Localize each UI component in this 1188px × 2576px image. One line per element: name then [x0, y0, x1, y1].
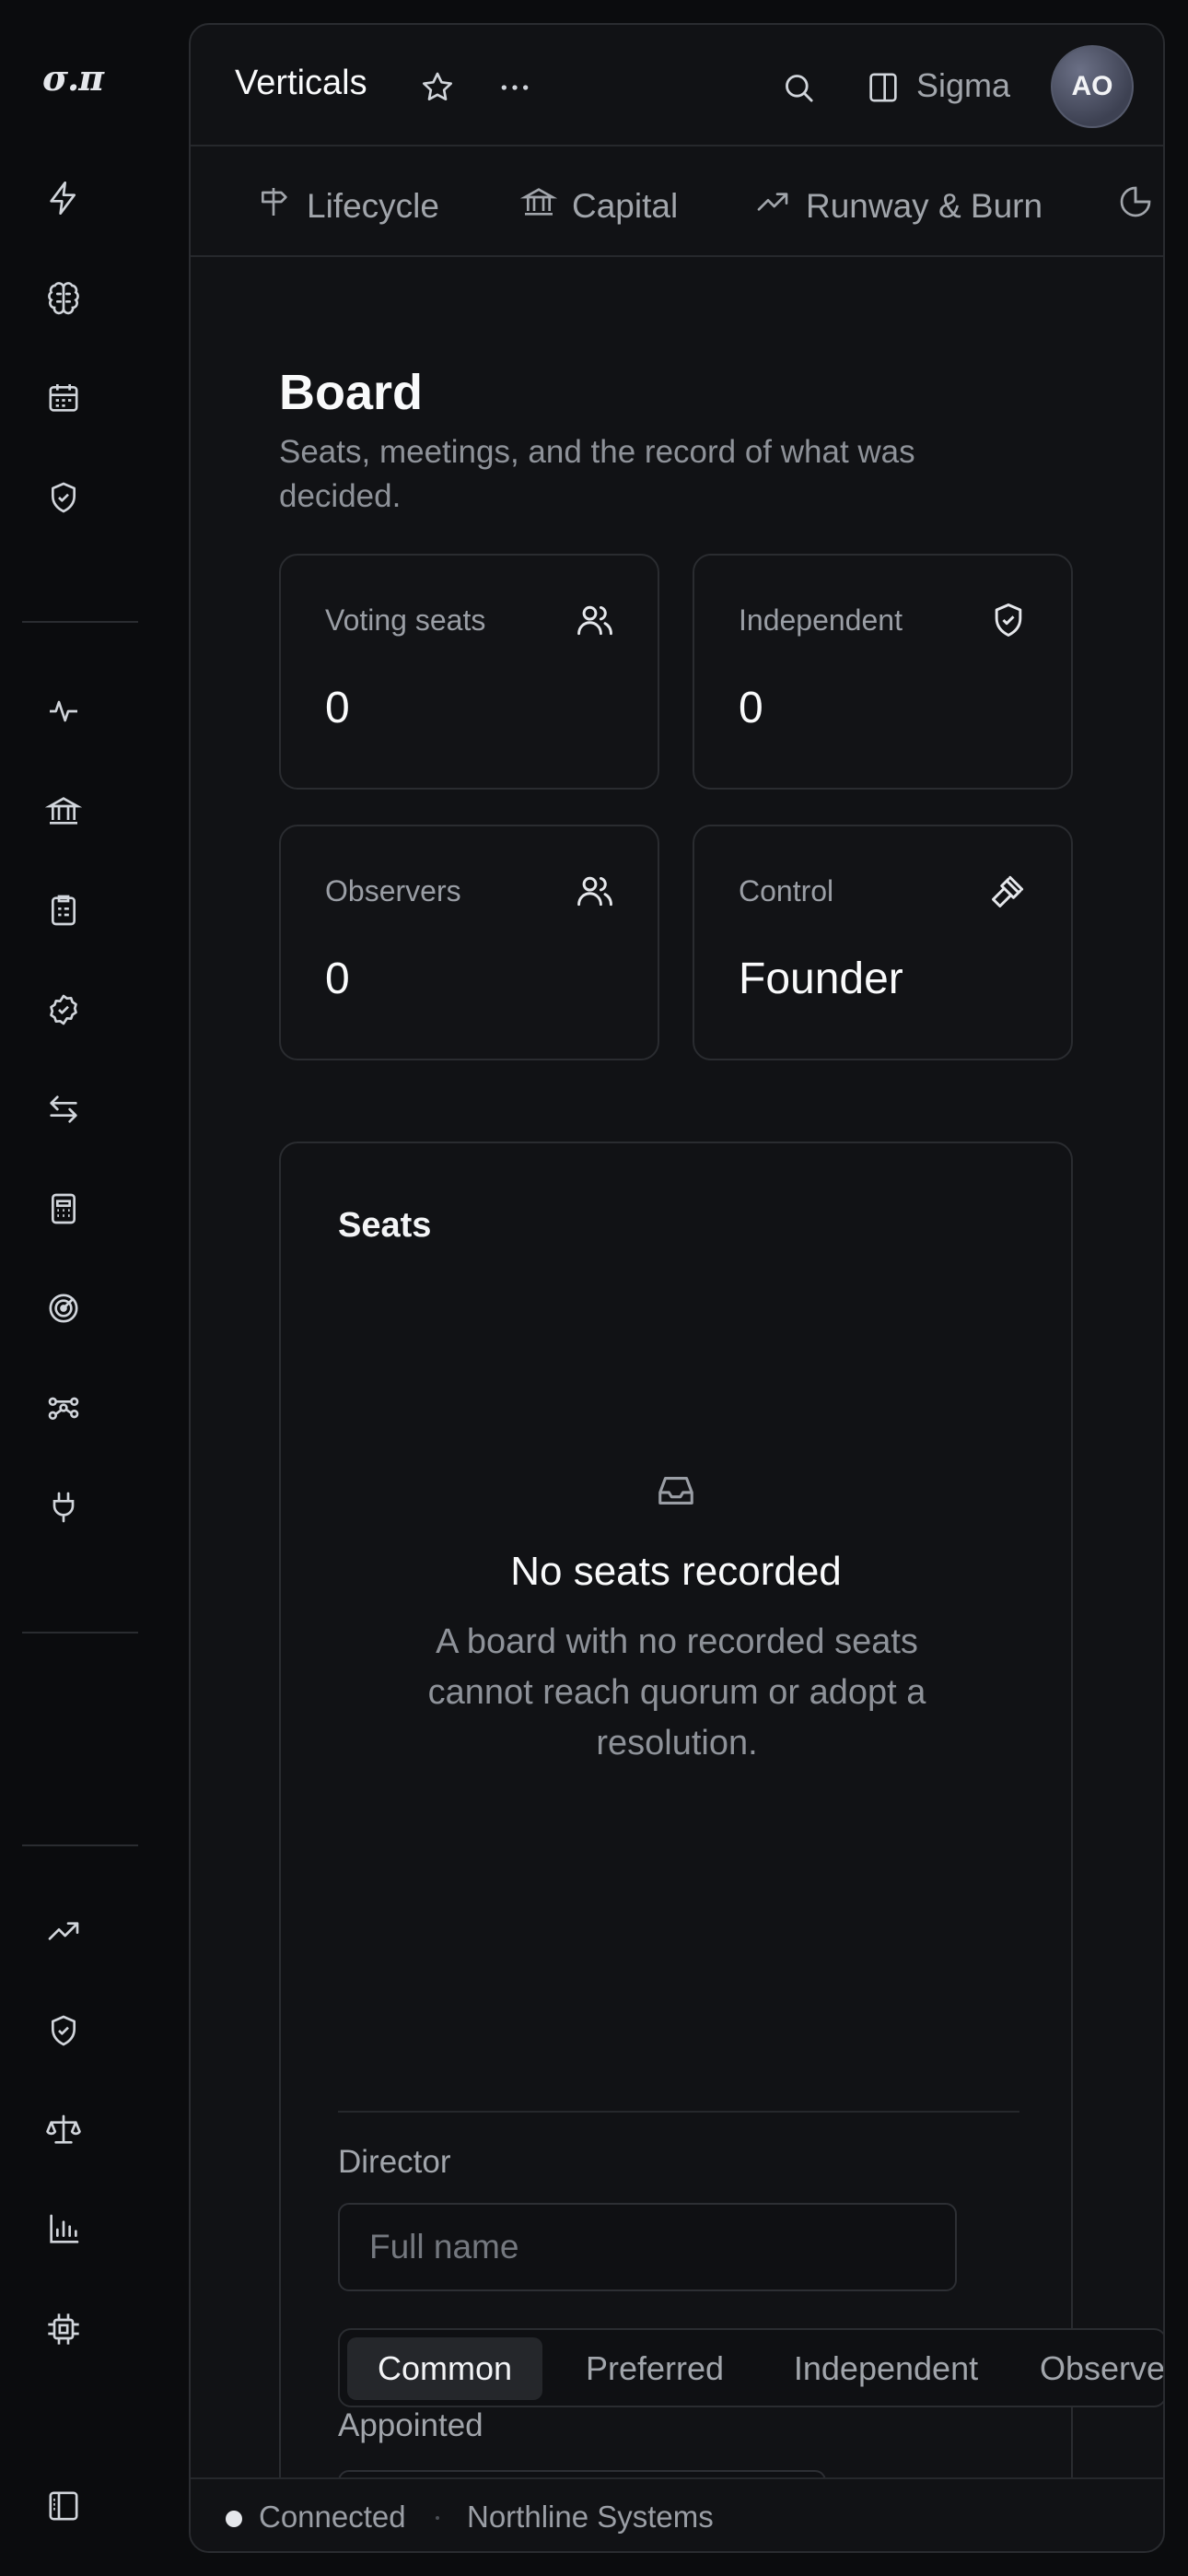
share-class-selector: Common Preferred Independent Observer — [338, 2328, 1163, 2407]
pie-chart-icon — [1117, 183, 1154, 228]
app-root: σ.π Verticals Sigma AO Lifecycle Capital… — [0, 0, 1188, 2576]
gavel-icon — [988, 871, 1029, 911]
tab-label: Lifecycle — [307, 186, 439, 225]
connection-status: Connected — [259, 2500, 406, 2534]
class-option-independent[interactable]: Independent — [769, 2337, 1003, 2400]
shield-check-icon[interactable] — [41, 2008, 86, 2053]
trending-up-icon — [754, 183, 791, 228]
class-option-preferred[interactable]: Preferred — [550, 2337, 760, 2400]
stat-value: 0 — [325, 684, 350, 732]
badge-check-icon[interactable] — [41, 988, 86, 1032]
trending-up-icon[interactable] — [41, 1909, 86, 1953]
tab-label: Capital — [572, 186, 679, 225]
stat-value: 0 — [739, 684, 763, 732]
calendar-icon[interactable] — [41, 376, 86, 420]
stat-label: Control — [739, 874, 834, 907]
rail-divider — [22, 1844, 138, 1846]
tab-runway-burn[interactable]: Runway & Burn — [754, 183, 1042, 228]
stat-observers: Observers 0 — [279, 825, 659, 1060]
stat-value: 0 — [325, 954, 350, 1003]
radar-icon[interactable] — [41, 1286, 86, 1330]
rail-divider — [22, 621, 138, 623]
users-icon — [575, 871, 615, 911]
page-subtitle: Seats, meetings, and the record of what … — [279, 434, 915, 514]
brain-icon[interactable] — [41, 276, 86, 321]
status-bar: Connected Northline Systems — [191, 2477, 1163, 2551]
stat-voting-seats: Voting seats 0 — [279, 554, 659, 790]
vertical-tabs: Lifecycle Capital Runway & Burn — [191, 146, 1163, 257]
stat-independent: Independent 0 — [693, 554, 1073, 790]
class-option-common[interactable]: Common — [347, 2337, 542, 2400]
empty-state-body: A board with no recorded seats cannot re… — [427, 1622, 926, 1762]
workflow-icon[interactable] — [41, 1386, 86, 1430]
stat-control: Control Founder — [693, 825, 1073, 1060]
tab-label: Runway & Burn — [806, 186, 1043, 225]
stat-value: Founder — [739, 954, 903, 1003]
connection-indicator — [226, 2511, 242, 2527]
page-title: Board — [279, 365, 424, 420]
stat-label: Observers — [325, 874, 461, 907]
app-logo[interactable]: σ.π — [42, 57, 104, 99]
main-window: Verticals Sigma AO Lifecycle Capital Run… — [189, 23, 1165, 2553]
stat-label: Voting seats — [325, 603, 486, 637]
activity-icon[interactable] — [41, 689, 86, 733]
scale-icon[interactable] — [41, 2108, 86, 2152]
left-rail: σ.π — [0, 0, 189, 2576]
bolt-icon[interactable] — [41, 176, 86, 220]
panel-icon[interactable] — [863, 67, 903, 108]
top-bar: Verticals Sigma AO — [191, 25, 1163, 146]
arrows-exchange-icon[interactable] — [41, 1087, 86, 1131]
bank-icon — [519, 183, 558, 228]
more-options-icon[interactable] — [495, 67, 535, 108]
class-option-observer[interactable]: Observer — [1012, 2337, 1163, 2400]
inbox-icon — [655, 1469, 697, 1512]
bank-icon[interactable] — [41, 789, 86, 833]
stat-label: Independent — [739, 603, 903, 637]
signpost-icon — [255, 183, 292, 228]
plug-icon[interactable] — [41, 1485, 86, 1529]
tab-capital[interactable]: Capital — [519, 183, 679, 228]
search-icon[interactable] — [778, 67, 819, 108]
users-icon — [575, 600, 615, 640]
bar-chart-icon[interactable] — [41, 2207, 86, 2252]
director-label: Director — [338, 2144, 451, 2180]
star-icon[interactable] — [417, 67, 458, 108]
shield-check-icon — [988, 600, 1029, 640]
board-page: Board Seats, meetings, and the record of… — [191, 257, 1163, 2551]
director-name-input[interactable] — [338, 2203, 957, 2291]
rail-divider — [22, 1632, 138, 1633]
sidebar-toggle-icon[interactable] — [41, 2484, 86, 2528]
workspace-switcher[interactable]: Sigma — [916, 66, 1010, 105]
shield-check-icon[interactable] — [41, 475, 86, 520]
appointed-label: Appointed — [338, 2407, 483, 2443]
status-separator — [436, 2516, 439, 2520]
form-divider — [338, 2111, 1019, 2113]
empty-state-title: No seats recorded — [510, 1549, 842, 1594]
tab-ownership[interactable] — [1117, 183, 1154, 228]
seats-card: Seats No seats recorded A board with no … — [279, 1142, 1163, 2551]
organization-name[interactable]: Northline Systems — [467, 2500, 714, 2535]
calculator-icon[interactable] — [41, 1187, 86, 1231]
clipboard-icon[interactable] — [41, 888, 86, 932]
tab-lifecycle[interactable]: Lifecycle — [255, 183, 439, 228]
seats-title: Seats — [338, 1206, 432, 1245]
header-title: Verticals — [235, 64, 367, 102]
chip-icon[interactable] — [41, 2307, 86, 2351]
avatar[interactable]: AO — [1051, 45, 1134, 128]
